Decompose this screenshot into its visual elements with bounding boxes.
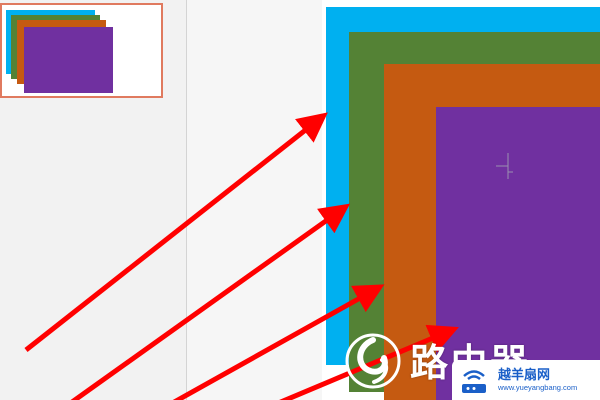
router-wifi-icon <box>462 370 486 393</box>
thumb-purple-rect <box>24 27 113 93</box>
slide-thumbnail-1[interactable] <box>0 3 163 98</box>
site-watermark: 路由器 越羊扇网 www.yueyangbang.com <box>344 330 600 400</box>
watermark-badge: 越羊扇网 www.yueyangbang.com <box>452 360 600 400</box>
slide-thumbnail-pane[interactable] <box>0 0 186 400</box>
swirl-logo-icon <box>345 333 401 389</box>
watermark-url: www.yueyangbang.com <box>498 383 578 392</box>
powerpoint-window: 路由器 越羊扇网 www.yueyangbang.com <box>0 0 600 400</box>
watermark-site-name: 越羊扇网 <box>498 367 551 382</box>
text-cursor-icon <box>496 153 513 179</box>
